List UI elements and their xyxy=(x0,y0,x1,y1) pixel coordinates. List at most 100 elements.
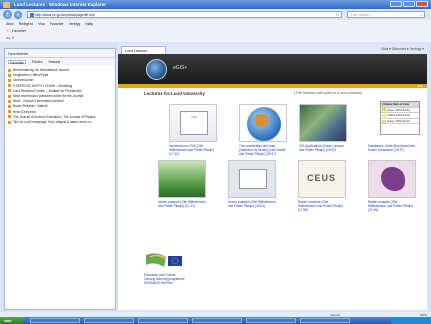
favorites-bar-label[interactable]: Favoriter xyxy=(12,29,26,33)
lecture-card[interactable]: GIS Introduction to GIS (Olle Wilhelmsso… xyxy=(169,104,217,156)
favorites-star-icon[interactable]: ★ xyxy=(6,29,9,33)
lecture-link[interactable]: Introduction to GIS (Olle Wilhelmsson an… xyxy=(169,144,217,156)
lecture-link[interactable]: GIS Applications (Karin Larsson and Pett… xyxy=(299,144,347,152)
page-title: Lectures fra Lund University xyxy=(144,91,206,96)
window-title: Lund Lectures - Windows Internet Explore… xyxy=(14,2,106,7)
window-titlebar: Lund Lectures - Windows Internet Explore… xyxy=(0,0,431,9)
globe-logo-icon xyxy=(146,59,167,80)
legend-table: # Name Date of view Green 1970-01-01 Yel… xyxy=(380,101,420,135)
lecture-thumbnail[interactable]: CEUS xyxy=(298,160,346,198)
page-icon xyxy=(29,13,34,17)
list-item-label: Most recent issue published online for t… xyxy=(13,93,84,98)
page-icon xyxy=(8,68,11,72)
forward-arrow-icon[interactable]: › xyxy=(14,10,22,19)
taskbar-item[interactable] xyxy=(138,318,188,323)
list-item-label: The Journal of Science Education | The J… xyxy=(13,114,96,119)
lecture-card[interactable]: CEUS Raster structure (Olle Wilhelmsson … xyxy=(298,160,346,212)
eu-programme-logo xyxy=(146,253,182,267)
lecture-link[interactable]: Databases: Ulrich Brunchard and Kirstin … xyxy=(368,144,416,152)
refresh-icon[interactable]: ↻ xyxy=(336,13,339,17)
table-row: Green 1970-01-01 xyxy=(381,119,419,125)
open-note: (The lectures will open in a new window) xyxy=(294,91,363,95)
color-swatch xyxy=(382,113,386,117)
page-icon xyxy=(8,89,11,93)
ie-icon xyxy=(3,1,10,8)
tab-favorites[interactable]: Favoriter xyxy=(8,60,26,65)
favorites-center-header: Favoritcenter xyxy=(5,49,115,58)
lecture-link[interactable]: Raster analysis (Olle Wilhelmsson and Pe… xyxy=(368,200,416,212)
color-swatch xyxy=(382,119,386,123)
lecture-link[interactable]: The coordinates and map projection by Di… xyxy=(239,144,287,156)
lecture-card[interactable]: Vector analysis (Olle Wilhelmsson and Pe… xyxy=(158,160,206,208)
list-item-label: Vergleichen: Hilfen/Tipps xyxy=(13,73,49,78)
search-icon[interactable]: ⌕ xyxy=(420,13,422,17)
tab-feeds[interactable]: Flöden xyxy=(32,60,43,64)
page-icon xyxy=(8,110,11,114)
navigation-bar: ‹ › http://www.ce.gu.se/portal/page/lib.… xyxy=(0,9,431,20)
page-tools[interactable]: Sida ▾ Säkerhet ▾ Verktyg ▾ xyxy=(381,47,424,51)
lecture-link[interactable]: Raster structure (Olle Wilhelmsson and P… xyxy=(298,200,346,212)
tab-strip: Lund Lectures Sida ▾ Säkerhet ▾ Verktyg … xyxy=(118,44,427,54)
page-icon xyxy=(8,94,11,98)
help-link[interactable]: Help xyxy=(417,84,423,88)
list-item-label: Books Reliable + Aktuell xyxy=(13,104,48,109)
page-icon xyxy=(8,73,11,77)
favorites-list: Benchmarking: An International Journal V… xyxy=(5,66,115,127)
address-bar[interactable]: http://www.ce.gu.se/portal/page/lib.htm … xyxy=(27,10,342,18)
windows-taskbar: start xyxy=(0,317,431,324)
list-item-label: Hello (Dreij Info) xyxy=(13,109,37,114)
lecture-thumbnail[interactable]: GIS xyxy=(169,104,217,142)
page-icon xyxy=(8,104,11,108)
back-arrow-icon[interactable]: ‹ xyxy=(3,10,12,19)
list-item-label: Lund Research Centre – Institute for Pro… xyxy=(13,88,82,93)
orange-nav-bar: Help xyxy=(118,84,427,88)
list-item-label: Benchmarking: An International Journal xyxy=(13,68,69,72)
taskbar-item[interactable] xyxy=(246,318,296,323)
land-shape xyxy=(255,114,269,126)
site-logo-text: eGIS+ xyxy=(173,65,188,71)
search-input[interactable]: Live Search ⌕ xyxy=(347,10,425,18)
lecture-thumbnail[interactable] xyxy=(239,104,287,142)
lecture-thumbnail[interactable] xyxy=(228,160,276,198)
cell-name: Green xyxy=(387,107,395,112)
page-icon xyxy=(8,84,11,88)
address-text: http://www.ce.gu.se/portal/page/lib.htm xyxy=(35,13,96,17)
gis-slide-icon: GIS xyxy=(180,111,208,135)
cell-date: 1970-01-01 xyxy=(395,107,410,112)
page-icon xyxy=(8,79,11,83)
system-tray xyxy=(391,317,431,324)
maximize-button[interactable] xyxy=(403,1,415,7)
command-toolbar: ◂ ▸ ✦ xyxy=(0,34,431,42)
eu-programme-text: Education and Culture Lifelong learning … xyxy=(144,273,185,286)
tab-history[interactable]: Historik xyxy=(49,60,61,64)
favorites-center: Favoritcenter Favoriter Flöden Historik … xyxy=(4,48,116,310)
favorites-bar: ★ Favoriter xyxy=(0,27,431,34)
chart-slide-icon xyxy=(239,169,267,189)
toolbar-icons[interactable]: ◂ ▸ ✦ xyxy=(6,36,14,40)
lecture-thumbnail[interactable] xyxy=(158,160,206,198)
list-item-label: Lecturecourse xyxy=(13,78,34,83)
lecture-link[interactable]: Vector analysis (Olle Wilhelmsson and Pe… xyxy=(158,200,206,208)
lecture-card[interactable]: Vector analysis (Olle Wilhelmsson and Pe… xyxy=(228,160,276,208)
taskbar-item[interactable] xyxy=(84,318,134,323)
taskbar-item[interactable] xyxy=(30,318,80,323)
lecture-card[interactable]: The coordinates and map projection by Di… xyxy=(239,104,287,156)
close-button[interactable] xyxy=(416,1,428,7)
lecture-thumbnail[interactable] xyxy=(299,104,347,142)
lecture-link[interactable]: Vector analysis (Olle Wilhelmsson and Pe… xyxy=(228,200,276,208)
search-placeholder: Live Search xyxy=(351,13,370,17)
taskbar-item[interactable] xyxy=(300,318,350,323)
lecture-thumbnail[interactable] xyxy=(368,160,416,198)
minimize-button[interactable] xyxy=(390,1,402,7)
column-header: Date of view xyxy=(392,102,410,106)
list-item-label: Tips for your homepage, bird, widgets & … xyxy=(13,119,94,124)
ceus-logo-icon: CEUS xyxy=(307,173,337,183)
lecture-card[interactable]: GIS Applications (Karin Larsson and Pett… xyxy=(299,104,347,152)
page-icon xyxy=(8,120,11,124)
start-button[interactable]: start xyxy=(0,317,24,324)
taskbar-item[interactable] xyxy=(192,318,242,323)
tab-lund-lectures[interactable]: Lund Lectures xyxy=(121,46,166,54)
eu-line[interactable]: ERASMUS Net Pilot xyxy=(144,281,185,285)
lecture-card[interactable]: Raster analysis (Olle Wilhelmsson and Pe… xyxy=(368,160,416,212)
list-item[interactable]: Tips for your homepage, bird, widgets & … xyxy=(8,120,112,125)
